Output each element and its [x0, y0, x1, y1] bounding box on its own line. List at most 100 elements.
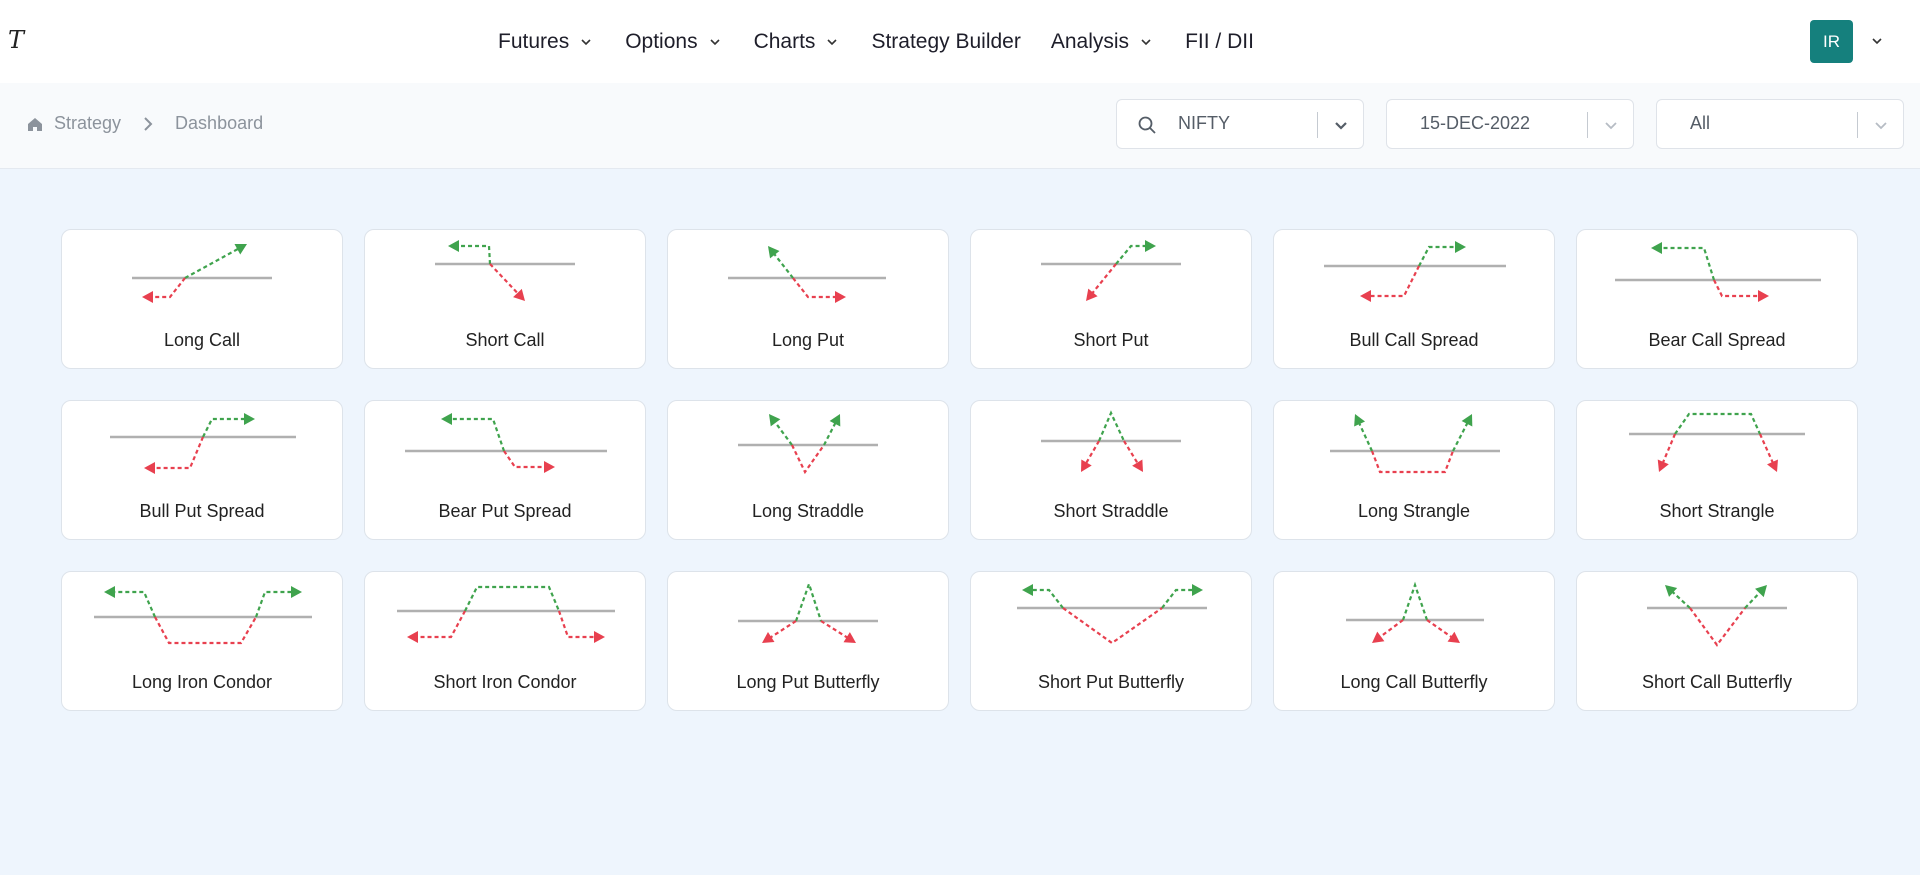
nav-label: FII / DII	[1185, 29, 1254, 53]
loss-line	[1758, 433, 1775, 466]
strategy-card-bear-put-spread[interactable]: Bear Put Spread	[364, 400, 646, 540]
home-icon[interactable]	[26, 115, 44, 133]
profit-line	[1670, 589, 1691, 609]
nav-strategy-builder[interactable]: Strategy Builder	[871, 30, 1020, 54]
strategy-card-short-call[interactable]: Short Call	[364, 229, 646, 369]
loss-line	[792, 277, 838, 299]
strategy-card-long-put-butterfly[interactable]: Long Put Butterfly	[667, 571, 949, 711]
strategy-card-long-put[interactable]: Long Put	[667, 229, 949, 369]
user-menu-chevron-icon[interactable]	[1868, 32, 1886, 50]
strategy-card-bear-call-spread[interactable]: Bear Call Spread	[1576, 229, 1858, 369]
payoff-diagram-icon	[1346, 581, 1484, 643]
strategy-card-bull-put-spread[interactable]: Bull Put Spread	[61, 400, 343, 540]
breadcrumb-strategy[interactable]: Strategy	[54, 113, 121, 134]
top-navbar: T Futures Options Charts Strategy Builde…	[0, 0, 1920, 83]
strategy-label: Short Put Butterfly	[1037, 672, 1185, 692]
strategy-label: Short Straddle	[1053, 501, 1169, 521]
expiry-select[interactable]: 15-DEC-2022	[1386, 99, 1634, 149]
arrow-head	[768, 246, 780, 259]
nav-options[interactable]: Options	[625, 30, 723, 54]
strategy-label: Long Iron Condor	[131, 672, 273, 692]
strategy-card-long-call-butterfly[interactable]: Long Call Butterfly	[1273, 571, 1555, 711]
loss-line	[1713, 279, 1761, 298]
loss-line	[768, 620, 797, 640]
chevron-down-icon[interactable]	[1601, 115, 1621, 135]
strategy-card-short-put-butterfly[interactable]: Short Put Butterfly	[970, 571, 1252, 711]
payoff-diagram-icon	[1324, 241, 1506, 302]
strategy-label: Long Call Butterfly	[1340, 672, 1488, 692]
profit-line	[772, 251, 794, 279]
strategy-label: Long Put	[771, 330, 845, 350]
nav-charts[interactable]: Charts	[754, 30, 842, 54]
chevron-down-icon[interactable]	[1331, 115, 1351, 135]
payoff-diagram-icon	[397, 585, 615, 643]
arrow-head	[1455, 241, 1466, 253]
sub-toolbar: Strategy Dashboard NIFTY 15-DEC-2022 All	[0, 83, 1920, 169]
payoff-diagram-icon	[1615, 242, 1821, 302]
type-select[interactable]: All	[1656, 99, 1904, 149]
payoff-diagram-icon	[1017, 584, 1207, 645]
strategy-card-bull-call-spread[interactable]: Bull Call Spread	[1273, 229, 1555, 369]
profit-line	[1674, 412, 1762, 435]
loss-line	[1661, 433, 1677, 466]
strategy-card-short-straddle[interactable]: Short Straddle	[970, 400, 1252, 540]
symbol-select[interactable]: NIFTY	[1116, 99, 1364, 149]
divider	[1857, 112, 1858, 138]
nav-label: Futures	[498, 29, 570, 53]
app-logo[interactable]: T	[8, 26, 24, 54]
nav-label: Options	[625, 29, 698, 53]
loss-line	[1062, 607, 1163, 645]
nav-analysis[interactable]: Analysis	[1051, 30, 1155, 54]
profit-line	[1030, 588, 1064, 609]
user-avatar[interactable]: IR	[1810, 20, 1853, 63]
strategy-card-short-iron-condor[interactable]: Short Iron Condor	[364, 571, 646, 711]
arrow-head	[448, 240, 459, 252]
arrow-head	[1360, 290, 1371, 302]
strategy-label: Bull Put Spread	[139, 501, 265, 521]
strategy-label: Long Straddle	[751, 501, 865, 521]
nav-futures[interactable]: Futures	[498, 30, 595, 54]
strategy-label: Short Call Butterfly	[1641, 672, 1793, 692]
profit-line	[184, 246, 241, 279]
loss-line	[1123, 440, 1140, 466]
loss-line	[791, 444, 825, 475]
loss-line	[150, 277, 186, 299]
profit-line	[202, 417, 247, 438]
profit-line	[1115, 244, 1148, 265]
loss-line	[1368, 265, 1420, 298]
loss-line	[820, 620, 850, 640]
nav-label: Strategy Builder	[871, 29, 1021, 53]
chevron-right-icon	[144, 116, 153, 131]
chevron-down-icon	[710, 38, 720, 45]
payoff-diagram-icon	[1647, 585, 1787, 647]
nav-fii-dii[interactable]: FII / DII	[1185, 30, 1254, 54]
profit-line	[1097, 410, 1125, 442]
arrow-head	[1086, 288, 1098, 301]
strategy-card-long-strangle[interactable]: Long Strangle	[1273, 400, 1555, 540]
arrow-head	[1758, 290, 1769, 302]
loss-line	[489, 263, 521, 296]
loss-line	[557, 610, 597, 639]
chevron-down-icon[interactable]	[1871, 115, 1891, 135]
strategy-card-long-iron-condor[interactable]: Long Iron Condor	[61, 571, 343, 711]
loss-line	[1689, 607, 1746, 647]
profit-line	[1744, 590, 1763, 609]
nav-label: Charts	[753, 29, 816, 53]
strategy-card-long-call[interactable]: Long Call	[61, 229, 343, 369]
arrow-head	[1447, 631, 1460, 643]
strategy-label: Short Put	[1073, 330, 1149, 350]
profit-line	[1161, 588, 1195, 609]
payoff-diagram-icon	[1041, 240, 1181, 301]
strategy-card-short-strangle[interactable]: Short Strangle	[1576, 400, 1858, 540]
strategy-card-short-call-butterfly[interactable]: Short Call Butterfly	[1576, 571, 1858, 711]
arrow-head	[1145, 240, 1156, 252]
payoff-diagram-icon	[1041, 410, 1181, 472]
profit-line	[1357, 420, 1373, 452]
payoff-diagram-icon	[1330, 414, 1500, 474]
strategy-card-short-put[interactable]: Short Put	[970, 229, 1252, 369]
strategy-card-long-straddle[interactable]: Long Straddle	[667, 400, 949, 540]
main-nav: Futures Options Charts Strategy Builder …	[498, 0, 1284, 83]
profit-line	[464, 585, 561, 612]
expiry-value: 15-DEC-2022	[1420, 113, 1531, 133]
symbol-value: NIFTY	[1178, 113, 1230, 133]
